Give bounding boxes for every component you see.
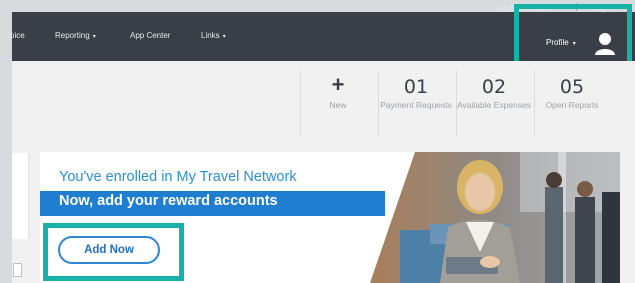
airport-traveler-image <box>370 152 620 283</box>
stat-label: New <box>329 100 347 110</box>
nav-item-label: Links <box>201 31 220 40</box>
stat-value: 02 <box>481 76 507 98</box>
nav-item-label: Reporting <box>55 31 90 40</box>
nav-item-label: App Center <box>130 31 171 40</box>
add-now-highlight-box <box>43 223 184 281</box>
stat-payment-requests[interactable]: 01 Payment Requests <box>378 70 454 136</box>
banner-title: You've enrolled in My Travel Network <box>59 169 297 185</box>
stat-open-reports[interactable]: 05 Open Reports <box>534 70 610 136</box>
stat-value: 05 <box>559 76 585 98</box>
nav-item-links[interactable]: Links ▾ <box>201 31 226 40</box>
nav-item-reporting[interactable]: Reporting ▾ <box>55 31 96 40</box>
summary-stats: + New 01 Payment Requests 02 Available E… <box>300 70 635 138</box>
stat-value: 01 <box>403 76 429 98</box>
chevron-down-icon: ▾ <box>222 34 226 40</box>
plus-icon: + <box>331 72 345 97</box>
left-panel <box>12 153 29 239</box>
left-checkbox[interactable] <box>13 263 22 277</box>
stat-label: Available Expenses <box>456 100 532 110</box>
banner-subtitle: Now, add your reward accounts <box>59 193 278 209</box>
stat-new[interactable]: + New <box>300 70 376 136</box>
nav-item-label: oice <box>10 31 25 40</box>
nav-item-app-center[interactable]: App Center <box>130 31 170 40</box>
stat-label: Open Reports <box>545 100 599 110</box>
stat-label: Payment Requests <box>380 100 452 110</box>
nav-item-invoice[interactable]: oice <box>10 31 25 40</box>
chevron-down-icon: ▾ <box>92 34 96 40</box>
stat-available-expenses[interactable]: 02 Available Expenses <box>456 70 532 136</box>
app-frame: oice Reporting ▾ App Center Links ▾ Admini… <box>0 0 635 283</box>
